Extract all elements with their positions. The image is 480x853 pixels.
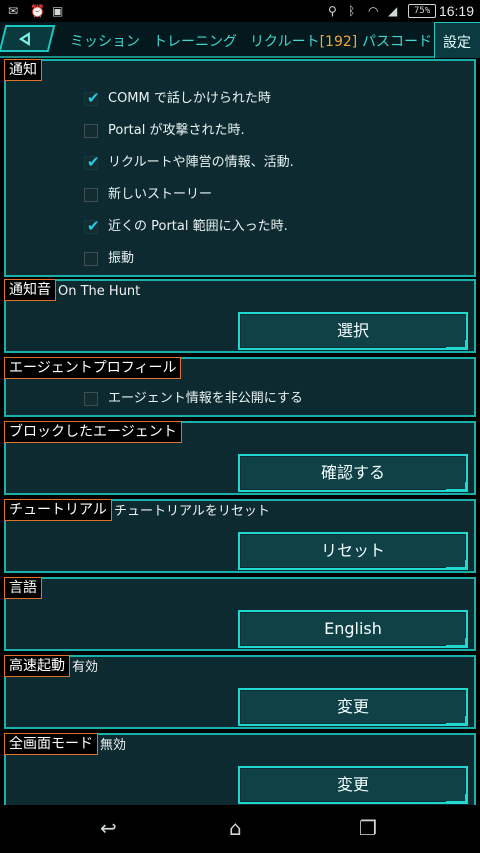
recent-apps-icon[interactable]: ❐ (359, 817, 377, 839)
profile-section: エージェントプロフィール エージェント情報を非公開にする (4, 357, 476, 417)
bluetooth-icon: ᛒ (348, 4, 356, 18)
check-icon: ✔ (87, 153, 100, 171)
notify-story-label: 新しいストーリー (108, 187, 213, 202)
sound-value: On The Hunt (58, 284, 141, 299)
notify-comm-checkbox[interactable]: ✔ (84, 89, 100, 107)
recruit-count-badge: [192] (319, 34, 358, 50)
button-corner-accent (446, 638, 468, 648)
notifications-title: 通知 (4, 59, 42, 81)
fast-boot-section: 高速起動 有効 変更 (4, 655, 476, 729)
tab-settings-label: 設定 (443, 35, 471, 51)
private-profile-checkbox[interactable] (84, 392, 98, 406)
language-button[interactable]: English (238, 610, 468, 648)
sound-title: 通知音 (4, 279, 56, 301)
blocked-title: ブロックしたエージェント (4, 421, 182, 443)
blocked-section: ブロックしたエージェント 確認する (4, 421, 476, 495)
private-profile-label: エージェント情報を非公開にする (108, 391, 303, 406)
notify-portal-range-checkbox[interactable]: ✔ (84, 217, 100, 235)
tutorial-value: チュートリアルをリセット (114, 504, 270, 519)
back-icon[interactable]: ↩ (100, 817, 117, 839)
language-section: 言語 English (4, 577, 476, 651)
view-blocked-button[interactable]: 確認する (238, 454, 468, 492)
button-corner-accent (446, 560, 468, 570)
top-nav: ミッション トレーニング リクルート[192] パスコード 設定 (0, 22, 480, 58)
settings-list[interactable]: 通知 ✔ COMM で話しかけられた時 Portal が攻撃された時. ✔ リク… (0, 59, 480, 805)
language-button-label: English (324, 619, 382, 638)
notify-comm-label: COMM で話しかけられた時 (108, 91, 271, 106)
fast-boot-change-button-label: 変更 (336, 697, 369, 716)
view-blocked-button-label: 確認する (320, 463, 385, 482)
clock: 16:19 (438, 3, 474, 19)
clipboard-icon: ▣ (52, 4, 64, 18)
alarm-icon: ⏰ (30, 4, 45, 18)
notify-portal-attack-label: Portal が攻撃された時. (108, 123, 245, 138)
tab-mission[interactable]: ミッション (70, 31, 140, 51)
check-icon: ✔ (87, 217, 100, 235)
reset-tutorial-button[interactable]: リセット (238, 532, 468, 570)
system-nav-bar: ↩ ⌂ ❐ (0, 805, 480, 853)
language-title: 言語 (4, 577, 42, 599)
notify-recruit-checkbox[interactable]: ✔ (84, 153, 100, 171)
status-bar: ✉ ⏰ ▣ ⚲ ᛒ ◠ ◢ 75% 16:19 (0, 0, 480, 22)
wifi-icon: ◠ (368, 4, 379, 18)
fast-boot-change-button[interactable]: 変更 (238, 688, 468, 726)
profile-title: エージェントプロフィール (4, 357, 182, 379)
tab-settings[interactable]: 設定 (434, 22, 480, 58)
tab-mission-label: ミッション (70, 34, 140, 50)
notify-recruit-label: リクルートや陣営の情報、活動. (108, 155, 294, 170)
fullscreen-section: 全画面モード 無効 変更 (4, 733, 476, 805)
button-corner-accent (446, 482, 468, 492)
tab-recruit[interactable]: リクルート[192] (250, 31, 357, 51)
button-corner-accent (446, 716, 468, 726)
signal-icon: ◢ (388, 4, 398, 18)
back-arrow-icon (18, 32, 30, 46)
sound-section: 通知音 On The Hunt 選択 (4, 279, 476, 353)
fast-boot-title: 高速起動 (4, 655, 70, 677)
notify-vibrate-checkbox[interactable] (84, 252, 98, 266)
back-button[interactable] (0, 25, 56, 52)
reset-tutorial-button-label: リセット (320, 541, 385, 560)
select-sound-button[interactable]: 選択 (238, 312, 468, 350)
fullscreen-change-button[interactable]: 変更 (238, 766, 468, 804)
mail-icon: ✉ (8, 4, 19, 18)
tab-training[interactable]: トレーニング (153, 31, 237, 51)
notifications-section: 通知 ✔ COMM で話しかけられた時 Portal が攻撃された時. ✔ リク… (4, 59, 476, 277)
button-corner-accent (446, 340, 468, 350)
check-icon: ✔ (87, 89, 100, 107)
notify-portal-attack-checkbox[interactable] (84, 124, 98, 138)
tab-training-label: トレーニング (153, 34, 237, 50)
notify-vibrate-label: 振動 (108, 251, 135, 266)
fullscreen-change-button-label: 変更 (336, 775, 369, 794)
notify-portal-range-label: 近くの Portal 範囲に入った時. (108, 219, 288, 234)
tab-passcode-label: パスコード (362, 34, 432, 50)
tab-passcode[interactable]: パスコード (362, 31, 432, 51)
select-sound-button-label: 選択 (336, 321, 369, 340)
tab-recruit-label: リクルート (250, 34, 320, 50)
home-icon[interactable]: ⌂ (229, 817, 242, 839)
fast-boot-value: 有効 (72, 660, 99, 675)
location-icon: ⚲ (328, 4, 337, 18)
tutorial-title: チュートリアル (4, 499, 112, 521)
notify-story-checkbox[interactable] (84, 188, 98, 202)
battery-indicator: 75% (408, 4, 436, 18)
tutorial-section: チュートリアル チュートリアルをリセット リセット (4, 499, 476, 573)
fullscreen-title: 全画面モード (4, 733, 98, 755)
fullscreen-value: 無効 (100, 738, 127, 753)
button-corner-accent (446, 794, 468, 804)
